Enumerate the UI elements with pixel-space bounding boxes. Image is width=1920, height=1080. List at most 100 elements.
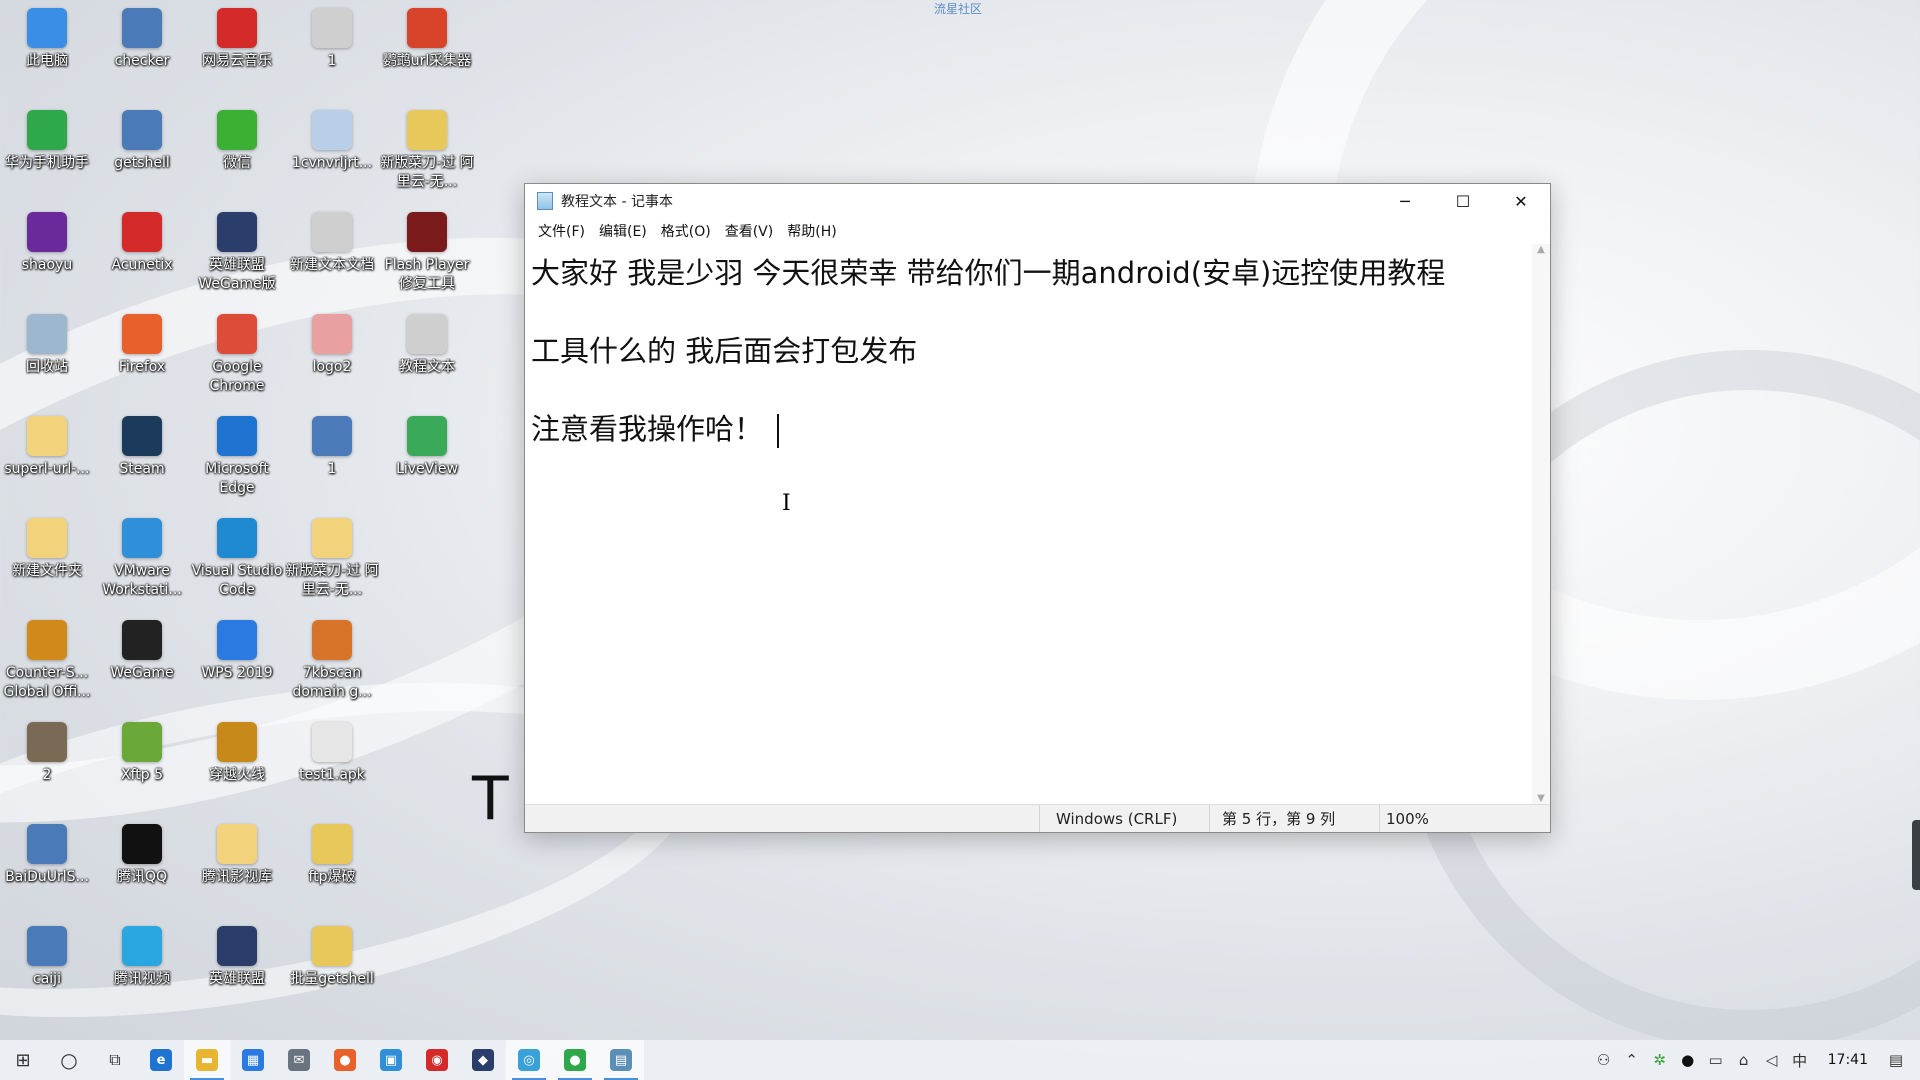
desktop-shortcut[interactable]: Flash Player 修复工具 <box>380 204 474 300</box>
notepad-titlebar[interactable]: 教程文本 - 记事本 ─ ☐ ✕ <box>525 184 1550 218</box>
text-line: 工具什么的 我后面会打包发布 <box>531 334 918 368</box>
desktop-shortcut[interactable]: 回收站 <box>0 306 94 402</box>
desktop-shortcut-label: 新建文件夹 <box>12 563 82 579</box>
desktop-icon-grid: 此电脑 华为手机助手 shaoyu 回收站 superl-url-... 新建文件夹 Cou… <box>0 0 480 1040</box>
desktop-shortcut[interactable]: 批量getshell <box>285 918 379 1014</box>
desktop-shortcut[interactable]: 此电脑 <box>0 0 94 96</box>
netease-taskbar-button[interactable]: ◉ <box>414 1040 460 1080</box>
tray-app-green-icon[interactable]: ✲ <box>1646 1051 1674 1069</box>
python-file-icon <box>27 926 67 966</box>
search-app-taskbar-icon: ◎ <box>518 1049 540 1071</box>
wegame-icon <box>122 620 162 660</box>
side-panel-handle[interactable] <box>1912 820 1920 890</box>
menu-help[interactable]: 帮助(H) <box>780 221 843 241</box>
edge-taskbar-button[interactable]: e <box>138 1040 184 1080</box>
notification-center-icon[interactable]: ▤ <box>1882 1051 1910 1069</box>
desktop-shortcut[interactable]: 腾讯影视库 <box>190 816 284 912</box>
close-button[interactable]: ✕ <box>1492 184 1550 218</box>
desktop-shortcut[interactable]: 微信 <box>190 102 284 198</box>
desktop-shortcut[interactable]: getshell <box>95 102 189 198</box>
desktop-shortcut[interactable]: 1 <box>285 0 379 96</box>
desktop-shortcut[interactable]: 鹦鹉url采集器 <box>380 0 474 96</box>
desktop-shortcut[interactable]: 新建文本文档 <box>285 204 379 300</box>
desktop-shortcut-label: test1.apk <box>299 767 365 783</box>
desktop-shortcut[interactable]: WeGame <box>95 612 189 708</box>
desktop-shortcut-label: WeGame <box>110 665 174 681</box>
menu-edit[interactable]: 编辑(E) <box>592 221 654 241</box>
desktop-shortcut[interactable]: 教程文本 <box>380 306 474 402</box>
cortana-button[interactable]: ○ <box>46 1040 92 1080</box>
desktop-shortcut[interactable]: WPS 2019 <box>190 612 284 708</box>
desktop-shortcut[interactable]: 2 <box>0 714 94 810</box>
search-app-taskbar-button[interactable]: ◎ <box>506 1040 552 1080</box>
desktop-shortcut[interactable]: 1cvnvrljrt... <box>285 102 379 198</box>
desktop-shortcut[interactable]: Visual Studio Code <box>190 510 284 606</box>
start-button[interactable]: ⊞ <box>0 1040 46 1080</box>
scroll-up-arrow-icon[interactable]: ▲ <box>1537 244 1545 255</box>
tray-overflow-chevron-icon[interactable]: ⌃ <box>1618 1051 1646 1069</box>
ime-indicator[interactable]: 中 <box>1786 1050 1814 1071</box>
lol-taskbar-button[interactable]: ◆ <box>460 1040 506 1080</box>
menu-file[interactable]: 文件(F) <box>531 221 592 241</box>
battery-icon[interactable]: ▭ <box>1702 1051 1730 1069</box>
volume-icon[interactable]: ◁ <box>1758 1051 1786 1069</box>
desktop-shortcut[interactable]: checker <box>95 0 189 96</box>
desktop-shortcut[interactable]: Steam <box>95 408 189 504</box>
vertical-scrollbar[interactable]: ▲ ▼ <box>1532 244 1550 804</box>
desktop-shortcut[interactable]: shaoyu <box>0 204 94 300</box>
mail-taskbar-button[interactable]: ✉ <box>276 1040 322 1080</box>
desktop-shortcut[interactable]: 英雄联盟 WeGame版 <box>190 204 284 300</box>
notepad-taskbar-button[interactable]: ▤ <box>598 1040 644 1080</box>
huawei-taskbar-button[interactable]: ● <box>552 1040 598 1080</box>
desktop-shortcut[interactable]: 华为手机助手 <box>0 102 94 198</box>
desktop-shortcut[interactable]: Xftp 5 <box>95 714 189 810</box>
store-taskbar-button[interactable]: ▦ <box>230 1040 276 1080</box>
desktop-shortcut-label: 腾讯视频 <box>114 971 170 987</box>
qq-icon <box>122 824 162 864</box>
vmware-taskbar-button[interactable]: ▣ <box>368 1040 414 1080</box>
text-editor-area[interactable]: 大家好 我是少羽 今天很荣幸 带给你们一期android(安卓)远控使用教程 工… <box>525 244 1532 804</box>
menu-view[interactable]: 查看(V) <box>718 221 781 241</box>
desktop-shortcut[interactable]: 1 <box>285 408 379 504</box>
maximize-button[interactable]: ☐ <box>1434 184 1492 218</box>
desktop-shortcut-label: 鹦鹉url采集器 <box>382 53 472 69</box>
scroll-down-arrow-icon[interactable]: ▼ <box>1537 793 1545 804</box>
desktop-shortcut-label: Acunetix <box>111 257 173 273</box>
clock-time[interactable]: 17:41 <box>1814 1052 1882 1068</box>
people-icon[interactable]: ⚇ <box>1590 1051 1618 1069</box>
desktop-shortcut[interactable]: Firefox <box>95 306 189 402</box>
desktop-shortcut[interactable]: Microsoft Edge <box>190 408 284 504</box>
desktop-shortcut[interactable]: Acunetix <box>95 204 189 300</box>
desktop-shortcut[interactable]: 穿越火线 <box>190 714 284 810</box>
desktop-shortcut[interactable]: Google Chrome <box>190 306 284 402</box>
tray-qq-icon[interactable]: ● <box>1674 1051 1702 1069</box>
desktop-shortcut[interactable]: 7kbscan domain g... <box>285 612 379 708</box>
desktop-shortcut[interactable]: 新版菜刀-过 阿里云-无... <box>285 510 379 606</box>
notepad-window[interactable]: 教程文本 - 记事本 ─ ☐ ✕ 文件(F) 编辑(E) 格式(O) 查看(V)… <box>524 183 1551 833</box>
desktop-shortcut[interactable]: test1.apk <box>285 714 379 810</box>
desktop-shortcut[interactable]: ftp爆破 <box>285 816 379 912</box>
desktop-shortcut[interactable]: 腾讯视频 <box>95 918 189 1014</box>
desktop-shortcut[interactable]: superl-url-... <box>0 408 94 504</box>
zip-folder-icon <box>407 110 447 150</box>
task-view-button[interactable]: ⧉ <box>92 1040 138 1080</box>
desktop-shortcut[interactable]: LiveView <box>380 408 474 504</box>
desktop-shortcut[interactable]: 腾讯QQ <box>95 816 189 912</box>
desktop-shortcut[interactable]: caiji <box>0 918 94 1014</box>
desktop-shortcut[interactable]: logo2 <box>285 306 379 402</box>
firefox-taskbar-button[interactable]: ● <box>322 1040 368 1080</box>
desktop-shortcut-label: Google Chrome <box>209 359 265 394</box>
minimize-button[interactable]: ─ <box>1376 184 1434 218</box>
explorer-taskbar-button[interactable]: ▬ <box>184 1040 230 1080</box>
desktop-shortcut[interactable]: Counter-S... Global Offi... <box>0 612 94 708</box>
desktop-shortcut[interactable]: 新版菜刀-过 阿里云-无... <box>380 102 474 198</box>
desktop-shortcut[interactable]: 新建文件夹 <box>0 510 94 606</box>
desktop-shortcut[interactable]: BaiDuUrlS... <box>0 816 94 912</box>
menu-format[interactable]: 格式(O) <box>654 221 718 241</box>
desktop-shortcut[interactable]: 网易云音乐 <box>190 0 284 96</box>
desktop-shortcut-label: 新版菜刀-过 阿里云-无... <box>380 155 474 190</box>
desktop-shortcut[interactable]: VMware Workstati... <box>95 510 189 606</box>
image-file-icon <box>27 722 67 762</box>
desktop-shortcut[interactable]: 英雄联盟 <box>190 918 284 1014</box>
network-icon[interactable]: ⌂ <box>1730 1051 1758 1069</box>
